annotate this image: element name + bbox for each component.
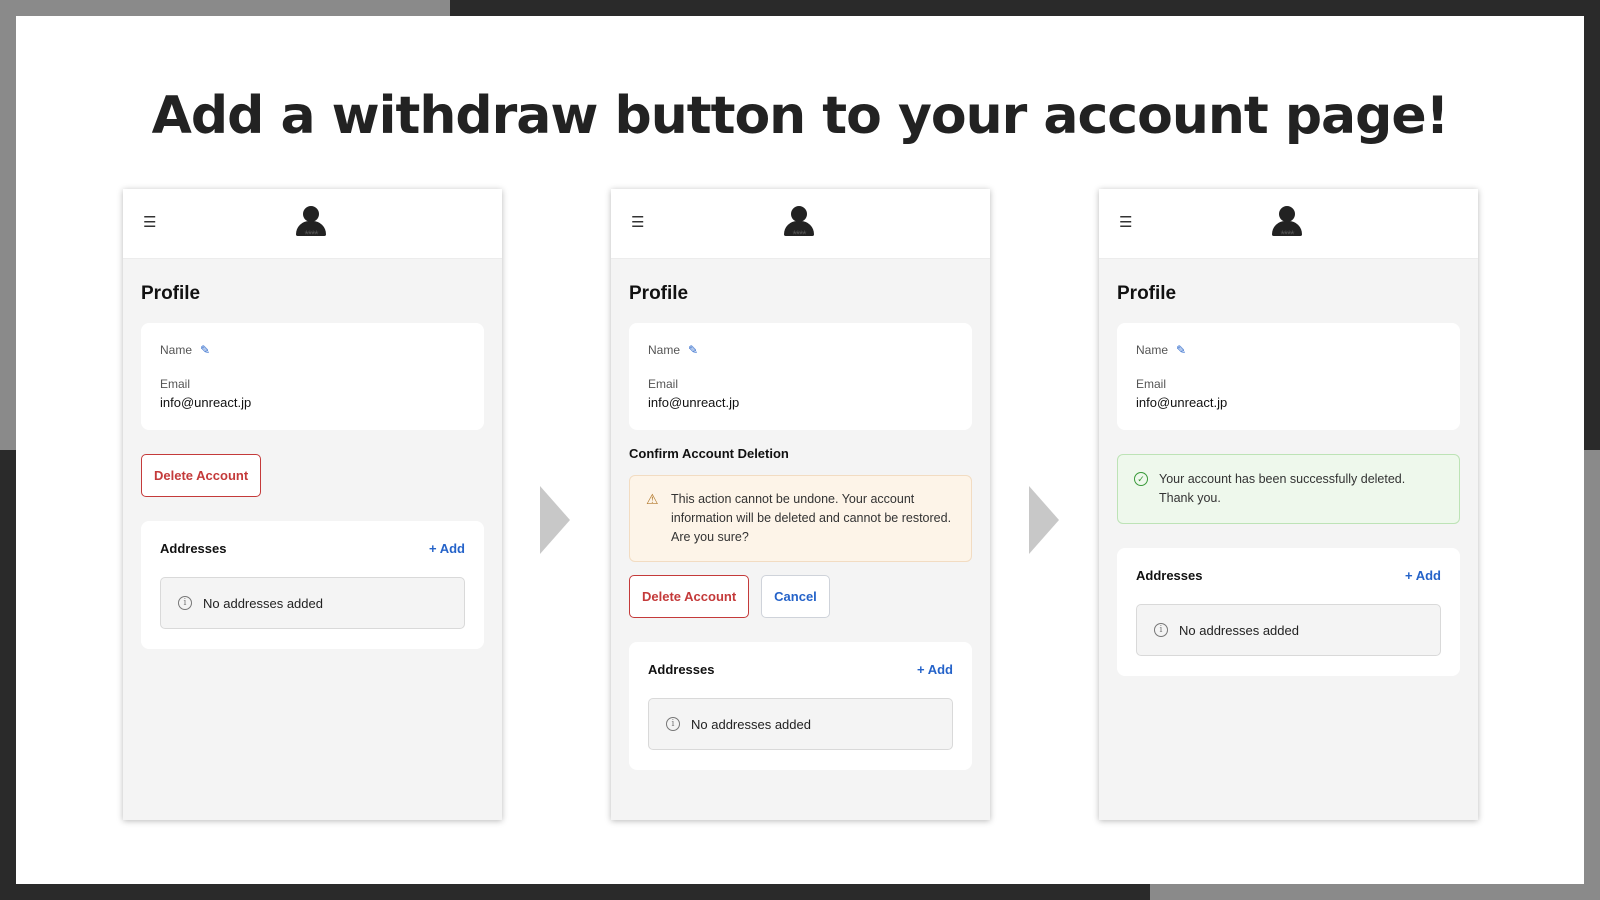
flow-arrow-icon (1029, 486, 1059, 554)
phone-screen-confirm: ☰ **** Profile Name ✎ Email info@unreact… (611, 189, 990, 820)
name-row: Name ✎ (160, 343, 465, 357)
cancel-button[interactable]: Cancel (761, 575, 830, 618)
addresses-title: Addresses (1136, 568, 1203, 583)
page-content: Profile Name ✎ Email info@unreact.jp ✓ Y… (1099, 259, 1478, 676)
email-value: info@unreact.jp (648, 395, 740, 410)
profile-card: Name ✎ Email info@unreact.jp (141, 323, 484, 430)
confirm-delete-button[interactable]: Delete Account (629, 575, 750, 618)
empty-addresses-text: No addresses added (203, 595, 323, 611)
addresses-card: Addresses + Add i No addresses added (1117, 548, 1460, 676)
logo-stars: **** (304, 229, 318, 241)
warning-message: This action cannot be undone. Your accou… (671, 492, 952, 544)
hamburger-menu-icon[interactable]: ☰ (1119, 215, 1132, 230)
logo-stars: **** (1280, 229, 1294, 241)
check-circle-icon: ✓ (1134, 472, 1148, 486)
name-label: Name (160, 343, 193, 357)
name-row: Name ✎ (1136, 343, 1441, 357)
empty-addresses-notice: i No addresses added (648, 698, 953, 750)
addresses-card: Addresses + Add i No addresses added (141, 521, 484, 649)
page-title: Profile (141, 283, 201, 304)
add-address-link[interactable]: + Add (1405, 568, 1441, 583)
add-address-link[interactable]: + Add (429, 541, 465, 556)
logo-stars: **** (792, 229, 806, 241)
profile-card: Name ✎ Email info@unreact.jp (1117, 323, 1460, 430)
page-content: Profile Name ✎ Email info@unreact.jp Con… (611, 259, 990, 770)
info-icon: i (666, 717, 680, 731)
email-value: info@unreact.jp (160, 395, 252, 410)
email-label: Email (648, 377, 679, 391)
top-bar: ☰ **** (611, 189, 990, 259)
success-message: Your account has been successfully delet… (1159, 472, 1406, 505)
info-icon: i (1154, 623, 1168, 637)
empty-addresses-notice: i No addresses added (1136, 604, 1441, 656)
phone-screen-deleted: ☰ **** Profile Name ✎ Email info@unreact… (1099, 189, 1478, 820)
addresses-card: Addresses + Add i No addresses added (629, 642, 972, 770)
user-logo-icon: **** (293, 206, 329, 244)
name-label: Name (1136, 343, 1169, 357)
warning-triangle-icon: ⚠ (646, 491, 659, 507)
email-value: info@unreact.jp (1136, 395, 1228, 410)
flow-arrow-icon (540, 486, 570, 554)
empty-addresses-notice: i No addresses added (160, 577, 465, 629)
hamburger-menu-icon[interactable]: ☰ (631, 215, 644, 230)
phone-screen-initial: ☰ **** Profile Name ✎ Email info@unreact… (123, 189, 502, 820)
edit-pencil-icon[interactable]: ✎ (1176, 343, 1186, 357)
hamburger-menu-icon[interactable]: ☰ (143, 215, 156, 230)
success-alert: ✓ Your account has been successfully del… (1117, 454, 1460, 524)
confirm-deletion-title: Confirm Account Deletion (629, 446, 789, 461)
name-row: Name ✎ (648, 343, 953, 357)
top-bar: ☰ **** (1099, 189, 1478, 259)
headline: Add a withdraw button to your account pa… (151, 86, 1450, 146)
addresses-title: Addresses (648, 662, 715, 677)
user-logo-icon: **** (1269, 206, 1305, 244)
delete-account-button[interactable]: Delete Account (141, 454, 262, 497)
name-label: Name (648, 343, 681, 357)
empty-addresses-text: No addresses added (691, 716, 811, 732)
empty-addresses-text: No addresses added (1179, 622, 1299, 638)
warning-alert: ⚠ This action cannot be undone. Your acc… (629, 475, 972, 562)
page-title: Profile (1117, 283, 1177, 304)
info-icon: i (178, 596, 192, 610)
email-label: Email (1136, 377, 1167, 391)
add-address-link[interactable]: + Add (917, 662, 953, 677)
user-logo-icon: **** (781, 206, 817, 244)
addresses-title: Addresses (160, 541, 227, 556)
profile-card: Name ✎ Email info@unreact.jp (629, 323, 972, 430)
page-content: Profile Name ✎ Email info@unreact.jp Del… (123, 259, 502, 649)
email-label: Email (160, 377, 191, 391)
page-title: Profile (629, 283, 689, 304)
edit-pencil-icon[interactable]: ✎ (200, 343, 210, 357)
top-bar: ☰ **** (123, 189, 502, 259)
edit-pencil-icon[interactable]: ✎ (688, 343, 698, 357)
